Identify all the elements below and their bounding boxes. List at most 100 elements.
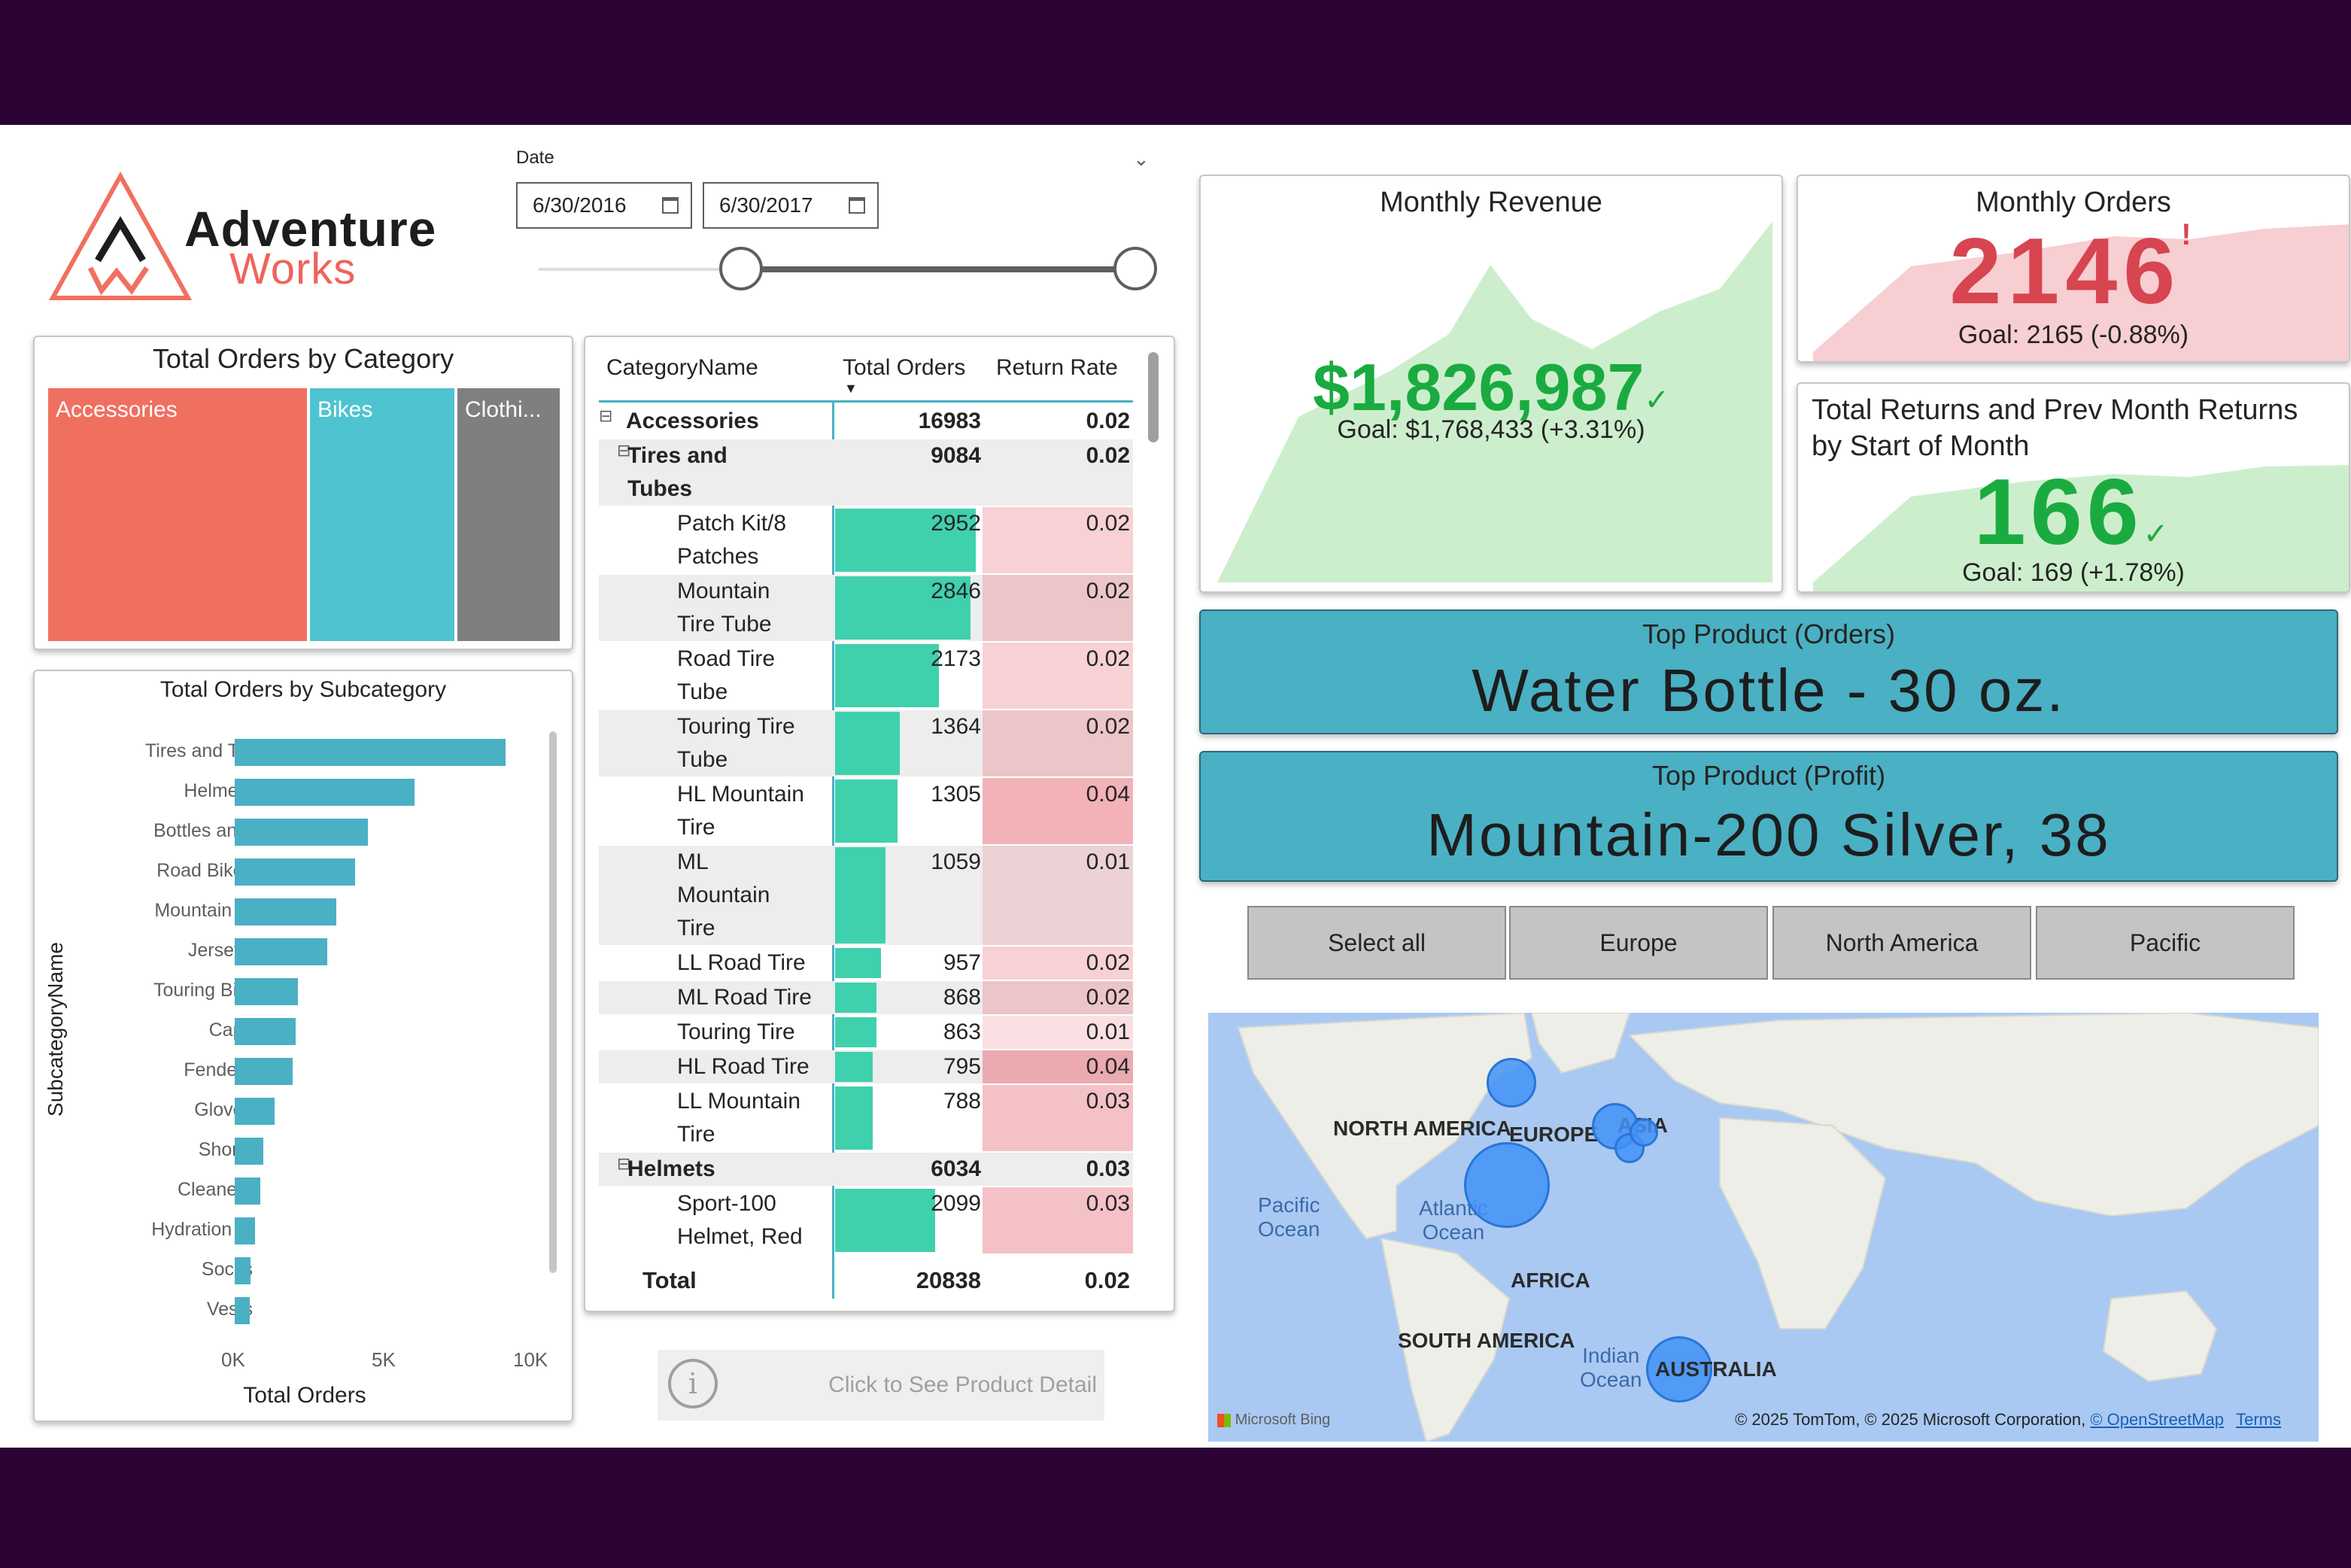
kpi-returns-title-1: Total Returns and Prev Month Returns <box>1812 394 2298 426</box>
matrix-row-return-rate: 0.03 <box>1086 1156 1130 1181</box>
ocean-label-pacific: Pacific Ocean <box>1258 1193 1320 1241</box>
matrix-row[interactable]: Sport-100 Helmet, Red 2099 0.03 <box>599 1187 1133 1253</box>
matrix-row-name: Touring Tire <box>677 1016 795 1049</box>
matrix-row[interactable]: ML Road Tire 868 0.02 <box>599 981 1133 1014</box>
product-detail-button[interactable]: i Click to See Product Detail <box>658 1350 1104 1421</box>
treemap-card: Total Orders by Category Accessories Bik… <box>33 336 573 650</box>
matrix-row[interactable]: HL Mountain Tire 1305 0.04 <box>599 778 1133 844</box>
matrix-row-name-line: Sport-100 <box>677 1191 776 1216</box>
map-bubble-germany[interactable] <box>1630 1118 1658 1147</box>
map-bubble-canada[interactable] <box>1487 1058 1536 1108</box>
top-product-orders-title: Top Product (Orders) <box>1642 618 1896 649</box>
matrix-row-return-rate: 0.02 <box>1086 579 1130 603</box>
matrix-row-name-line: ML Road Tire <box>677 985 812 1010</box>
map-label-europe: EUROPE <box>1509 1123 1599 1146</box>
matrix-row-orders: 2846 <box>931 579 981 603</box>
matrix-header-category[interactable]: CategoryName <box>606 355 758 381</box>
subcategory-bar[interactable] <box>235 739 506 766</box>
kpi-orders-value: 2146! <box>1798 218 2349 325</box>
kpi-orders-goal: Goal: 2165 (-0.88%) <box>1958 321 2189 349</box>
treemap-cell-accessories[interactable]: Accessories <box>48 388 307 641</box>
region-button-europe[interactable]: Europe <box>1509 906 1768 980</box>
matrix-row[interactable]: ⊟ Helmets 6034 0.03 <box>599 1153 1133 1186</box>
subcategory-bar[interactable] <box>235 1058 293 1085</box>
subcategory-bar[interactable] <box>235 978 298 1005</box>
matrix-row-name-line: Tire <box>677 916 715 940</box>
subcategory-bar[interactable] <box>235 1178 260 1205</box>
kpi-returns-value: 166✓ <box>1798 459 2349 566</box>
matrix-row[interactable]: LL Mountain Tire 788 0.03 <box>599 1085 1133 1151</box>
treemap-cell-bikes[interactable]: Bikes <box>310 388 454 641</box>
region-button-select-all[interactable]: Select all <box>1247 906 1506 980</box>
matrix-row-return-rate: 0.03 <box>1086 1191 1130 1216</box>
orders-map[interactable]: NORTH AMERICA EUROPE ASIA AFRICA SOUTH A… <box>1208 1013 2319 1442</box>
start-date-value: 6/30/2016 <box>533 193 627 217</box>
collapse-icon[interactable]: ⊟ <box>599 406 612 426</box>
check-icon: ✓ <box>2143 518 2173 551</box>
kpi-orders-card: Monthly Orders 2146! Goal: 2165 (-0.88%) <box>1797 175 2350 363</box>
matrix-header-return[interactable]: Return Rate <box>996 355 1118 381</box>
subcategory-bar[interactable] <box>235 819 368 846</box>
subcategory-bar[interactable] <box>235 938 327 965</box>
matrix-row-return-rate: 0.02 <box>1086 950 1130 975</box>
region-button-pacific[interactable]: Pacific <box>2036 906 2295 980</box>
calendar-icon[interactable] <box>849 197 865 214</box>
subcategory-bar[interactable] <box>235 779 415 806</box>
end-date-input[interactable]: 6/30/2017 <box>703 182 879 229</box>
matrix-row-orders: 9084 <box>931 443 981 468</box>
matrix-row[interactable]: HL Road Tire 795 0.04 <box>599 1050 1133 1083</box>
subcategory-bar[interactable] <box>235 1018 296 1045</box>
matrix-row[interactable]: Road Tire Tube 2173 0.02 <box>599 643 1133 709</box>
matrix-row-return-rate: 0.01 <box>1086 849 1130 874</box>
info-icon: i <box>668 1359 718 1408</box>
matrix-row-name: Road Tire Tube <box>677 643 775 709</box>
subcategory-bar[interactable] <box>235 1297 250 1324</box>
matrix-row-name: LL Road Tire <box>677 947 806 980</box>
revenue-value-text: $1,826,987 <box>1313 350 1645 424</box>
matrix-row-name-line: HL Mountain <box>677 782 804 807</box>
matrix-row[interactable]: ML Mountain Tire 1059 0.01 <box>599 846 1133 945</box>
matrix-row-name: Patch Kit/8 Patches <box>677 507 786 573</box>
matrix-row[interactable]: ⊟ Tires and Tubes 9084 0.02 <box>599 439 1133 506</box>
matrix-row-name: Accessories <box>626 405 759 438</box>
matrix-row-name-line: Accessories <box>626 409 759 433</box>
treemap-cell-clothing[interactable]: Clothi... <box>457 388 560 641</box>
matrix-row-name-line: Tire <box>677 815 715 840</box>
matrix-row-name: Sport-100 Helmet, Red <box>677 1187 803 1253</box>
map-bubble-usa[interactable] <box>1464 1142 1550 1228</box>
subcategory-plot <box>235 671 533 1421</box>
osm-link[interactable]: © OpenStreetMap <box>2090 1410 2224 1429</box>
matrix-row-return-rate: 0.04 <box>1086 1054 1130 1079</box>
matrix-row-orders: 1059 <box>931 849 981 874</box>
terms-link[interactable]: Terms <box>2236 1410 2281 1429</box>
calendar-icon[interactable] <box>662 197 679 214</box>
subcategory-bar[interactable] <box>235 1217 255 1244</box>
matrix-row-return-rate: 0.03 <box>1086 1089 1130 1114</box>
matrix-row-name: ML Mountain Tire <box>677 846 770 945</box>
subcategory-bar[interactable] <box>235 1257 251 1284</box>
chevron-down-icon[interactable]: ⌄ <box>1133 147 1150 171</box>
subcategory-bar[interactable] <box>235 858 355 886</box>
matrix-row[interactable]: Touring Tire Tube 1364 0.02 <box>599 710 1133 776</box>
subcategory-bar[interactable] <box>235 898 336 925</box>
region-button-north-america[interactable]: North America <box>1772 906 2031 980</box>
matrix-row[interactable]: Touring Tire 863 0.01 <box>599 1016 1133 1049</box>
subcategory-bar[interactable] <box>235 1098 275 1125</box>
matrix-row-name: Tires and Tubes <box>627 439 727 506</box>
start-date-input[interactable]: 6/30/2016 <box>516 182 692 229</box>
microsoft-logo-icon <box>1217 1413 1231 1427</box>
matrix-scrollbar[interactable] <box>1148 352 1159 442</box>
matrix-row-name-line: HL Road Tire <box>677 1054 809 1079</box>
matrix-row[interactable]: LL Road Tire 957 0.02 <box>599 947 1133 980</box>
matrix-row[interactable]: ⊟ Accessories 16983 0.02 <box>599 405 1133 438</box>
subcategory-bar[interactable] <box>235 1138 263 1165</box>
matrix-row-name-line: Helmet, Red <box>677 1224 803 1249</box>
slider-start-handle[interactable] <box>719 247 763 290</box>
matrix-row[interactable]: Mountain Tire Tube 2846 0.02 <box>599 575 1133 641</box>
chart-scrollbar[interactable] <box>549 731 557 1273</box>
logo-triangle-icon <box>48 171 193 300</box>
matrix-header-orders[interactable]: Total Orders <box>843 355 965 381</box>
matrix-row-return-rate: 0.02 <box>1086 985 1130 1010</box>
matrix-row[interactable]: Patch Kit/8 Patches 2952 0.02 <box>599 507 1133 573</box>
slider-end-handle[interactable] <box>1113 247 1157 290</box>
